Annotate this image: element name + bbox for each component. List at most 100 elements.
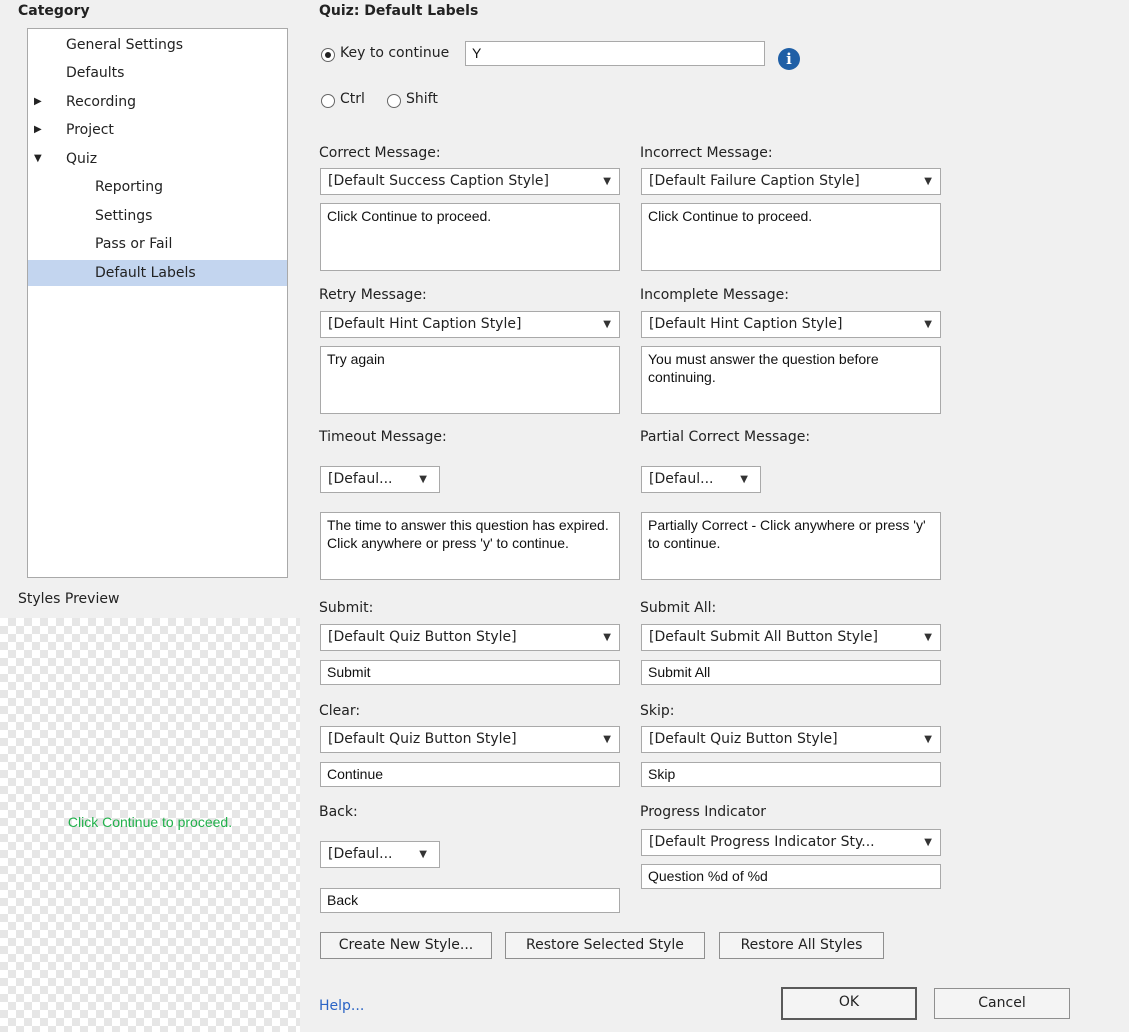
chevron-down-icon: ▼ [603,176,611,187]
dropdown-value: [Default Progress Indicator Sty... [649,834,875,850]
expand-arrow-icon[interactable]: ▶ [34,117,42,143]
timeout-message-label: Timeout Message: [319,429,447,445]
category-heading: Category [18,3,90,19]
chevron-down-icon: ▼ [740,474,748,485]
skip-label: Skip: [640,703,675,719]
dropdown-value: [Defaul... [649,471,714,487]
styles-preview-canvas: Click Continue to proceed. [0,618,300,1032]
dropdown-value: [Default Success Caption Style] [328,173,550,189]
key-to-continue-radio[interactable] [321,48,335,62]
progress-indicator-label: Progress Indicator [640,804,767,820]
tree-item-label: Reporting [95,179,164,195]
styles-preview-heading: Styles Preview [18,591,120,607]
tree-item-label: Defaults [66,65,125,81]
chevron-down-icon: ▼ [419,849,427,860]
ctrl-radio[interactable] [321,94,335,108]
dropdown-value: [Default Submit All Button Style] [649,629,878,645]
tree-item-label: Default Labels [95,265,196,281]
timeout-style-dropdown[interactable]: [Defaul... ▼ [320,466,440,493]
collapse-arrow-icon[interactable]: ▼ [34,146,42,172]
retry-message-label: Retry Message: [319,287,427,303]
ok-button[interactable]: OK [781,987,917,1020]
tree-item-label: Project [66,122,114,138]
chevron-down-icon: ▼ [603,632,611,643]
incomplete-message-label: Incomplete Message: [640,287,789,303]
tree-item-pass-or-fail[interactable]: Pass or Fail [28,231,287,257]
partial-style-dropdown[interactable]: [Defaul... ▼ [641,466,761,493]
chevron-down-icon: ▼ [924,632,932,643]
chevron-down-icon: ▼ [924,734,932,745]
create-new-style-button[interactable]: Create New Style... [320,932,492,959]
tree-item-reporting[interactable]: Reporting [28,174,287,200]
restore-selected-style-button[interactable]: Restore Selected Style [505,932,705,959]
progress-style-dropdown[interactable]: [Default Progress Indicator Sty... ▼ [641,829,941,856]
shift-radio[interactable] [387,94,401,108]
dropdown-value: [Default Hint Caption Style] [328,316,522,332]
skip-style-dropdown[interactable]: [Default Quiz Button Style] ▼ [641,726,941,753]
dropdown-value: [Default Quiz Button Style] [328,629,517,645]
key-to-continue-label: Key to continue [340,45,450,61]
page-title: Quiz: Default Labels [319,3,479,19]
expand-arrow-icon[interactable]: ▶ [34,89,42,115]
clear-text-input[interactable]: Continue [320,762,620,787]
clear-style-dropdown[interactable]: [Default Quiz Button Style] ▼ [320,726,620,753]
correct-style-dropdown[interactable]: [Default Success Caption Style] ▼ [320,168,620,195]
tree-item-quiz[interactable]: ▼ Quiz [28,146,287,172]
dropdown-value: [Default Quiz Button Style] [328,731,517,747]
chevron-down-icon: ▼ [924,176,932,187]
tree-item-label: Settings [95,208,153,224]
partial-correct-message-label: Partial Correct Message: [640,429,811,445]
shift-label: Shift [406,91,438,107]
submit-text-input[interactable]: Submit [320,660,620,685]
partial-correct-message-textarea[interactable]: Partially Correct - Click anywhere or pr… [641,512,941,580]
tree-item-label: Pass or Fail [95,236,173,252]
submit-all-text-input[interactable]: Submit All [641,660,941,685]
chevron-down-icon: ▼ [924,837,932,848]
tree-item-settings[interactable]: Settings [28,203,287,229]
incomplete-style-dropdown[interactable]: [Default Hint Caption Style] ▼ [641,311,941,338]
retry-style-dropdown[interactable]: [Default Hint Caption Style] ▼ [320,311,620,338]
tree-item-defaults[interactable]: Defaults [28,60,287,86]
timeout-message-textarea[interactable]: The time to answer this question has exp… [320,512,620,580]
tree-item-general-settings[interactable]: General Settings [28,32,287,58]
key-to-continue-input[interactable]: Y [465,41,765,66]
submit-all-style-dropdown[interactable]: [Default Submit All Button Style] ▼ [641,624,941,651]
chevron-down-icon: ▼ [603,319,611,330]
cancel-button[interactable]: Cancel [934,988,1070,1019]
retry-message-textarea[interactable]: Try again [320,346,620,414]
incorrect-message-textarea[interactable]: Click Continue to proceed. [641,203,941,271]
dropdown-value: [Default Quiz Button Style] [649,731,838,747]
incomplete-message-textarea[interactable]: You must answer the question before cont… [641,346,941,414]
correct-message-textarea[interactable]: Click Continue to proceed. [320,203,620,271]
tree-item-label: Quiz [66,151,98,167]
help-link[interactable]: Help... [319,998,364,1014]
restore-all-styles-button[interactable]: Restore All Styles [719,932,884,959]
submit-all-label: Submit All: [640,600,717,616]
dropdown-value: [Default Failure Caption Style] [649,173,860,189]
back-label: Back: [319,804,358,820]
ctrl-label: Ctrl [340,91,365,107]
back-style-dropdown[interactable]: [Defaul... ▼ [320,841,440,868]
dropdown-value: [Default Hint Caption Style] [649,316,843,332]
correct-message-label: Correct Message: [319,145,441,161]
incorrect-style-dropdown[interactable]: [Default Failure Caption Style] ▼ [641,168,941,195]
back-text-input[interactable]: Back [320,888,620,913]
clear-label: Clear: [319,703,361,719]
chevron-down-icon: ▼ [419,474,427,485]
incorrect-message-label: Incorrect Message: [640,145,773,161]
submit-style-dropdown[interactable]: [Default Quiz Button Style] ▼ [320,624,620,651]
chevron-down-icon: ▼ [603,734,611,745]
preview-caption-text: Click Continue to proceed. [67,814,233,830]
tree-item-label: Recording [66,94,137,110]
tree-item-default-labels[interactable]: Default Labels [28,260,287,286]
tree-item-project[interactable]: ▶ Project [28,117,287,143]
category-tree[interactable]: General Settings Defaults ▶ Recording ▶ … [27,28,288,578]
tree-item-recording[interactable]: ▶ Recording [28,89,287,115]
dropdown-value: [Defaul... [328,846,393,862]
skip-text-input[interactable]: Skip [641,762,941,787]
chevron-down-icon: ▼ [924,319,932,330]
progress-text-input[interactable]: Question %d of %d [641,864,941,889]
submit-label: Submit: [319,600,374,616]
info-icon[interactable]: i [778,48,800,70]
tree-item-label: General Settings [66,37,184,53]
